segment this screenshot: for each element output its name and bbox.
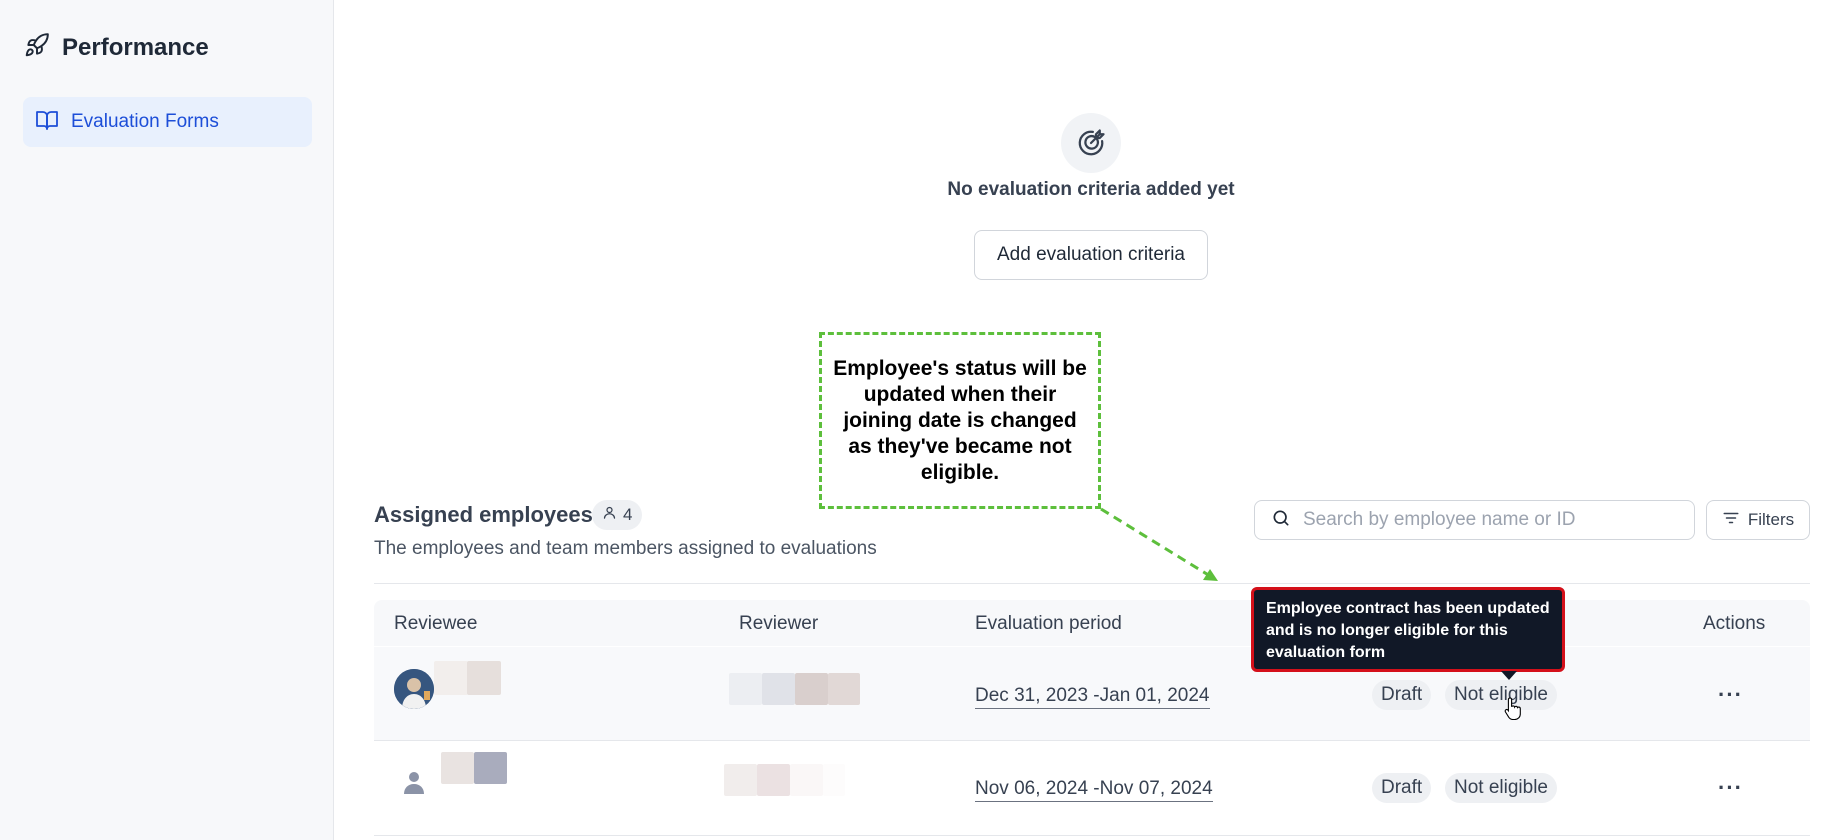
app-title: Performance <box>62 33 209 61</box>
avatar <box>394 669 434 709</box>
annotation-note: Employee's status will be updated when t… <box>819 332 1101 509</box>
empty-state-title: No evaluation criteria added yet <box>947 179 1235 200</box>
reviewer-name-redacted <box>795 673 828 705</box>
filters-label: Filters <box>1747 510 1795 529</box>
filter-lines-icon <box>1722 509 1740 532</box>
evaluation-period[interactable]: Dec 31, 2023 -Jan 01, 2024 <box>975 685 1210 709</box>
sidebar-item-evaluation-forms[interactable]: Evaluation Forms <box>23 97 312 147</box>
column-header-reviewee: Reviewee <box>394 613 478 634</box>
search-icon <box>1271 508 1291 533</box>
eligibility-badge[interactable]: Not eligible <box>1445 680 1557 710</box>
sidebar-item-label: Evaluation Forms <box>71 111 219 132</box>
user-icon <box>602 505 617 525</box>
reviewer-name-redacted <box>729 673 762 705</box>
search-box[interactable] <box>1254 500 1695 540</box>
hand-cursor-icon <box>1504 696 1522 725</box>
sidebar: Performance Evaluation Forms <box>0 0 334 840</box>
row-actions-button[interactable]: ··· <box>1718 682 1743 708</box>
default-avatar-icon <box>394 762 434 802</box>
reviewer-name-redacted <box>762 673 795 705</box>
reviewer-name-redacted <box>823 764 845 796</box>
section-subtitle: The employees and team members assigned … <box>374 538 877 559</box>
assigned-count-badge: 4 <box>592 500 643 530</box>
brand: Performance <box>24 32 209 63</box>
add-evaluation-criteria-button[interactable]: Add evaluation criteria <box>974 230 1208 280</box>
reviewer-name-redacted <box>757 764 790 796</box>
section-divider <box>374 583 1810 584</box>
tooltip-text: Employee contract has been updated and i… <box>1266 600 1550 661</box>
column-header-actions: Actions <box>1703 613 1766 634</box>
evaluation-period[interactable]: Nov 06, 2024 -Nov 07, 2024 <box>975 778 1213 802</box>
eligibility-tooltip: Employee contract has been updated and i… <box>1251 587 1565 672</box>
filters-button[interactable]: Filters <box>1706 500 1810 540</box>
book-open-icon <box>35 108 59 137</box>
reviewer-name-redacted <box>790 764 823 796</box>
reviewee-name-redacted <box>441 752 474 784</box>
status-badge: Draft <box>1372 680 1432 710</box>
reviewee-name-redacted <box>467 661 501 695</box>
reviewer-name-redacted <box>828 673 860 705</box>
search-input[interactable] <box>1303 509 1683 531</box>
annotation-text: Employee's status will be updated when t… <box>833 356 1087 484</box>
row-actions-button[interactable]: ··· <box>1718 775 1743 801</box>
eligibility-badge[interactable]: Not eligible <box>1445 773 1557 803</box>
reviewer-name-redacted <box>724 764 757 796</box>
column-header-reviewer: Reviewer <box>739 613 819 634</box>
reviewee-name-redacted <box>474 752 507 784</box>
rocket-icon <box>24 32 50 63</box>
status-badge: Draft <box>1372 773 1432 803</box>
reviewee-name-redacted <box>434 661 468 695</box>
target-icon <box>1061 113 1121 173</box>
section-title: Assigned employees <box>374 502 593 527</box>
tooltip-caret <box>1501 671 1517 680</box>
assigned-count: 4 <box>623 505 633 524</box>
column-header-evaluation-period: Evaluation period <box>975 613 1122 634</box>
